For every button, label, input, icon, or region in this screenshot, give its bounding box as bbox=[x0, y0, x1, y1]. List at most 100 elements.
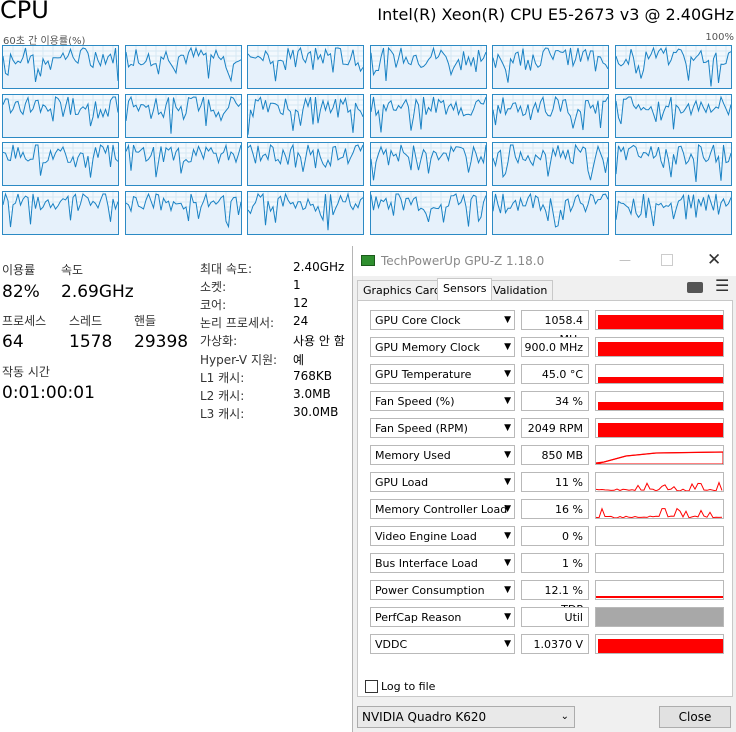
sensor-name-dropdown[interactable]: GPU Memory Clock ▼ bbox=[370, 337, 515, 357]
cpu-core-graph bbox=[614, 45, 732, 89]
info-value: 2.40GHz bbox=[293, 260, 345, 274]
sensor-name-dropdown[interactable]: Fan Speed (%) ▼ bbox=[370, 391, 515, 411]
cpu-core-graph bbox=[614, 142, 732, 186]
menu-icon[interactable]: ☰ bbox=[715, 276, 729, 295]
speed-value: 2.69GHz bbox=[61, 282, 134, 302]
uptime-label: 작동 시간 bbox=[2, 365, 50, 379]
log-to-file-checkbox[interactable] bbox=[365, 680, 378, 693]
sensor-name-dropdown[interactable]: Power Consumption ▼ bbox=[370, 580, 515, 600]
info-value: 예 bbox=[293, 352, 305, 367]
sensor-value: 2049 RPM bbox=[521, 418, 589, 438]
sensor-name: GPU Temperature bbox=[375, 368, 472, 381]
graph-max-label: 100% bbox=[705, 32, 734, 43]
sensor-name: Fan Speed (%) bbox=[375, 395, 455, 408]
sensor-value: 45.0 °C bbox=[521, 364, 589, 384]
close-icon[interactable]: ✕ bbox=[707, 250, 721, 270]
threads-label: 스레드 bbox=[69, 314, 103, 328]
gpuz-titlebar[interactable]: TechPowerUp GPU-Z 1.18.0 — ✕ bbox=[353, 246, 736, 276]
tab-graphics-card[interactable]: Graphics Card bbox=[357, 280, 447, 300]
tab-sensors[interactable]: Sensors bbox=[437, 278, 493, 300]
dropdown-arrow-icon: ▼ bbox=[504, 531, 511, 541]
sensor-name: Video Engine Load bbox=[375, 530, 477, 543]
sensors-panel: GPU Core Clock ▼ 1058.4 MHz GPU Memory Cloc… bbox=[357, 300, 733, 697]
sensor-value: 0 % bbox=[521, 526, 589, 546]
dropdown-arrow-icon: ▼ bbox=[504, 423, 511, 433]
dropdown-arrow-icon: ▼ bbox=[504, 558, 511, 568]
gpu-select[interactable]: NVIDIA Quadro K620 ⌄ bbox=[357, 706, 575, 728]
tab-validation[interactable]: Validation bbox=[487, 280, 554, 300]
info-label: L1 캐시: bbox=[200, 370, 245, 385]
sensor-value: 850 MB bbox=[521, 445, 589, 465]
sensor-value: 900.0 MHz bbox=[521, 337, 589, 357]
sensor-name: GPU Core Clock bbox=[375, 314, 461, 327]
sensor-value: 11 % bbox=[521, 472, 589, 492]
sensor-name: Memory Used bbox=[375, 449, 451, 462]
info-value: 30.0MB bbox=[293, 404, 339, 419]
cpu-core-graph bbox=[369, 93, 487, 138]
info-value: 768KB bbox=[293, 368, 333, 383]
sensor-name-dropdown[interactable]: Fan Speed (RPM) ▼ bbox=[370, 418, 515, 438]
info-label: 논리 프로세서: bbox=[200, 316, 275, 331]
close-button[interactable]: Close bbox=[659, 706, 731, 728]
processes-value: 64 bbox=[2, 332, 24, 352]
info-label: Hyper-V 지원: bbox=[200, 352, 278, 367]
sensor-graph bbox=[595, 418, 724, 438]
info-value: 3.0MB bbox=[293, 386, 331, 401]
utilization-value: 82% bbox=[2, 282, 40, 302]
sensor-name-dropdown[interactable]: VDDC ▼ bbox=[370, 634, 515, 654]
sensor-name-dropdown[interactable]: Memory Controller Load ▼ bbox=[370, 499, 515, 519]
maximize-icon[interactable] bbox=[661, 254, 673, 266]
sensor-graph bbox=[595, 553, 724, 573]
cpu-core-graph bbox=[369, 190, 487, 235]
sensor-name: PerfCap Reason bbox=[375, 611, 462, 624]
sensor-name-dropdown[interactable]: GPU Temperature ▼ bbox=[370, 364, 515, 384]
page-title: CPU bbox=[0, 0, 49, 24]
sensor-graph bbox=[595, 391, 724, 411]
sensor-name-dropdown[interactable]: PerfCap Reason ▼ bbox=[370, 607, 515, 627]
cpu-core-graph bbox=[124, 45, 242, 89]
sensor-graph bbox=[595, 337, 724, 357]
cpu-core-graph bbox=[124, 190, 242, 235]
sensor-value: 1 % bbox=[521, 553, 589, 573]
gpuz-title: TechPowerUp GPU-Z 1.18.0 bbox=[381, 254, 545, 268]
sensor-graph bbox=[595, 499, 724, 519]
sensor-name-dropdown[interactable]: Memory Used ▼ bbox=[370, 445, 515, 465]
cpu-core-graph bbox=[2, 45, 119, 89]
info-value: 사용 안 함 bbox=[293, 334, 345, 349]
info-label: 코어: bbox=[200, 298, 227, 313]
info-value: 24 bbox=[293, 314, 309, 329]
sensor-name-dropdown[interactable]: Bus Interface Load ▼ bbox=[370, 553, 515, 573]
sensor-name: Bus Interface Load bbox=[375, 557, 478, 570]
cpu-core-graph bbox=[2, 142, 119, 186]
sensor-name: Fan Speed (RPM) bbox=[375, 422, 468, 435]
threads-value: 1578 bbox=[69, 332, 113, 352]
dropdown-arrow-icon: ▼ bbox=[504, 639, 511, 649]
dropdown-arrow-icon: ▼ bbox=[504, 369, 511, 379]
uptime-value: 0:01:00:01 bbox=[2, 383, 95, 403]
camera-icon[interactable] bbox=[687, 282, 703, 293]
cpu-core-graph bbox=[492, 93, 609, 138]
cpu-core-graph bbox=[2, 93, 119, 138]
info-label: 최대 속도: bbox=[200, 262, 253, 276]
cpu-core-graph bbox=[369, 45, 487, 89]
sensor-name: VDDC bbox=[375, 638, 408, 651]
info-label: 가상화: bbox=[200, 334, 238, 349]
minimize-icon[interactable]: — bbox=[619, 253, 631, 267]
info-label: 소켓: bbox=[200, 280, 227, 295]
sensor-value: 34 % bbox=[521, 391, 589, 411]
sensor-value: 12.1 % TDP bbox=[521, 580, 589, 616]
sensor-graph bbox=[595, 310, 724, 330]
gpuz-app-icon bbox=[361, 255, 375, 266]
info-label: L2 캐시: bbox=[200, 388, 245, 403]
sensor-name-dropdown[interactable]: Video Engine Load ▼ bbox=[370, 526, 515, 546]
speed-label: 속도 bbox=[61, 263, 84, 277]
sensor-name-dropdown[interactable]: GPU Core Clock ▼ bbox=[370, 310, 515, 330]
sensor-graph bbox=[595, 472, 724, 492]
sensor-name-dropdown[interactable]: GPU Load ▼ bbox=[370, 472, 515, 492]
utilization-label: 이용률 bbox=[2, 263, 36, 277]
info-value: 12 bbox=[293, 296, 309, 311]
cpu-core-graph bbox=[124, 142, 242, 186]
dropdown-arrow-icon: ▼ bbox=[504, 450, 511, 460]
dropdown-arrow-icon: ▼ bbox=[504, 342, 511, 352]
cpu-core-graph bbox=[124, 93, 242, 138]
